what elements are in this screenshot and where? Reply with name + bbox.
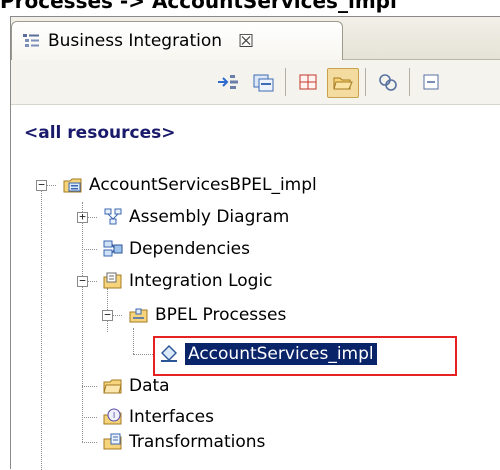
data-folder-icon bbox=[103, 379, 122, 394]
transformations-icon bbox=[103, 433, 122, 450]
project-folder-icon bbox=[63, 178, 82, 193]
assembly-diagram-label: Assembly Diagram bbox=[129, 207, 290, 227]
tree-item-integration-logic[interactable]: Integration Logic bbox=[103, 269, 273, 293]
dependencies-label: Dependencies bbox=[129, 239, 250, 259]
tree-item-transformations[interactable]: Transformations bbox=[103, 430, 265, 454]
interfaces-label: Interfaces bbox=[129, 407, 214, 427]
assembly-diagram-icon bbox=[104, 208, 122, 225]
integration-logic-icon bbox=[103, 272, 122, 289]
svg-text:I: I bbox=[113, 411, 115, 420]
bpel-processes-label: BPEL Processes bbox=[155, 305, 287, 325]
tree-item-assembly-diagram[interactable]: Assembly Diagram bbox=[103, 205, 289, 229]
tree-item-interfaces[interactable]: I Interfaces bbox=[103, 405, 214, 429]
dependencies-icon bbox=[103, 240, 123, 257]
tree-item-dependencies[interactable]: Dependencies bbox=[103, 237, 250, 261]
tree-item-project[interactable]: AccountServicesBPEL_impl bbox=[63, 173, 317, 197]
resource-tree: <all resources> − + − − AccountServicesB… bbox=[11, 17, 500, 470]
business-integration-view: Business Integration ☒ <all resources> −… bbox=[10, 16, 500, 470]
collapse-toggle-integration-logic[interactable]: − bbox=[77, 275, 88, 287]
collapse-toggle-project[interactable]: − bbox=[36, 179, 47, 191]
collapse-toggle-bpel-processes[interactable]: − bbox=[102, 309, 113, 321]
data-label: Data bbox=[129, 376, 170, 396]
highlight-box bbox=[153, 336, 457, 376]
project-label: AccountServicesBPEL_impl bbox=[89, 175, 317, 195]
transformations-label: Transformations bbox=[129, 432, 266, 452]
interfaces-icon: I bbox=[103, 408, 122, 425]
expand-toggle-assembly[interactable]: + bbox=[77, 211, 88, 223]
all-resources-link[interactable]: <all resources> bbox=[24, 123, 175, 143]
bpel-processes-folder-icon bbox=[129, 308, 148, 323]
tree-item-bpel-processes[interactable]: BPEL Processes bbox=[129, 303, 286, 327]
tree-item-data[interactable]: Data bbox=[103, 374, 170, 398]
integration-logic-label: Integration Logic bbox=[129, 271, 273, 291]
page-heading: Processes -> AccountServices_impl bbox=[0, 0, 397, 13]
